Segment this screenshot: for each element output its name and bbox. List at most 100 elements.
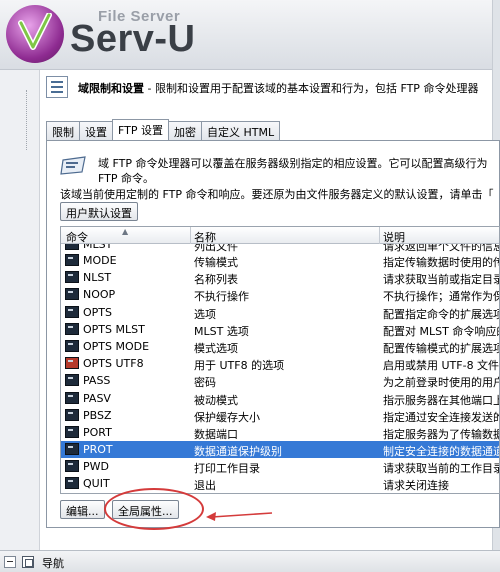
table-row[interactable]: MLST 列出文件 请求返回单个文件的信息 (61, 244, 500, 252)
table-row[interactable]: NLST 名称列表 请求获取当前或指定目录 (61, 269, 500, 287)
info-text-line1: 域 FTP 命令处理器可以覆盖在服务器级别指定的相应设置。它可以配置高级行为 (98, 157, 488, 170)
table-body: MLST 列出文件 请求返回单个文件的信息 MODE 传输模式 指定传输数据时使用的传 NL… (61, 244, 500, 494)
description-cell: 为之前登录时使用的用户 (383, 376, 500, 390)
tree-dotted-line (26, 90, 32, 150)
column-divider[interactable] (379, 227, 380, 244)
name-cell: 打印工作目录 (194, 462, 260, 476)
command-cell: PASS (83, 374, 111, 388)
command-icon (65, 374, 79, 387)
command-cell: PROT (83, 443, 113, 457)
name-cell: 密码 (194, 376, 216, 390)
name-cell: 保护缓存大小 (194, 410, 260, 424)
column-header-name[interactable]: 名称 (194, 229, 216, 245)
command-cell: NLST (83, 271, 112, 285)
ftp-commands-table[interactable]: 命令 ▲ 名称 说明 MLST 列出文件 请求返回单个文件的信息 MODE 传输模式 指定… (60, 226, 500, 494)
command-icon (65, 357, 79, 370)
table-row[interactable]: OPTS UTF8 用于 UTF8 的选项 启用或禁用 UTF-8 文件名 (61, 355, 500, 373)
name-cell: 传输模式 (194, 256, 238, 269)
description-cell: 制定安全连接的数据通道 (383, 445, 500, 459)
command-icon (65, 477, 79, 490)
command-cell: MODE (83, 254, 117, 267)
sort-ascending-icon: ▲ (122, 227, 129, 236)
left-sidebar-strip (0, 70, 40, 550)
app-header: File Server Serv-U (0, 0, 500, 70)
collapse-icon[interactable] (4, 556, 16, 568)
tab-custom-html[interactable]: 自定义 HTML (200, 121, 281, 140)
command-cell: QUIT (83, 477, 110, 491)
command-cell: OPTS MLST (83, 322, 145, 336)
description-cell: 指示服务器在其他端口上 (383, 393, 500, 407)
table-row[interactable]: OPTS MODE 模式选项 配置传输模式的扩展选项 (61, 338, 499, 355)
description-text: 域限制和设置 - 限制和设置用于配置该域的基本设置和行为，包括 FTP 命令处理… (78, 80, 478, 96)
command-icon (65, 322, 79, 335)
description-title: 域限制和设置 (78, 82, 144, 95)
table-row[interactable]: OPTS MLST MLST 选项 配置对 MLST 命令响应的 (61, 321, 500, 338)
description-cell: 指定传输数据时使用的传 (383, 256, 500, 269)
command-icon (65, 339, 79, 352)
tab-settings[interactable]: 设置 (79, 121, 113, 140)
command-cell: OPTS (83, 305, 112, 319)
description-cell: 请求获取当前或指定目录 (383, 273, 500, 287)
table-row[interactable]: PORT 数据端口 指定服务器为了传输数据 (61, 424, 500, 441)
command-icon (65, 460, 79, 473)
command-icon (65, 425, 79, 438)
table-row[interactable]: OPTS 选项 配置指定命令的扩展选项 (61, 304, 500, 321)
description-cell: 请求获取当前的工作目录 (383, 462, 500, 476)
description-cell: 指定服务器为了传输数据 (383, 427, 500, 441)
command-cell: NOOP (83, 288, 116, 302)
command-icon (65, 254, 79, 266)
description-cell: 配置指定命令的扩展选项 (383, 307, 500, 321)
page-description: 域限制和设置 - 限制和设置用于配置该域的基本设置和行为，包括 FTP 命令处理… (44, 74, 500, 104)
command-cell: OPTS MODE (83, 339, 150, 353)
description-cell: 指定通过安全连接发送的 (383, 410, 500, 424)
name-cell: 重新初始化 (194, 493, 249, 494)
description-cell: 请求返回单个文件的信息 (383, 244, 500, 252)
annotation-arrow-icon (206, 512, 273, 521)
command-cell: PORT (83, 425, 112, 439)
table-row[interactable]: PASS 密码 为之前登录时使用的用户 (61, 372, 500, 390)
info-text-line2: FTP 命令。 (98, 172, 154, 185)
serv-u-logo-icon (6, 5, 64, 63)
name-cell: 退出 (194, 479, 216, 493)
table-row[interactable]: NOOP 不执行操作 不执行操作；通常作为保 (61, 286, 500, 304)
name-cell: 模式选项 (194, 341, 238, 355)
column-header-description[interactable]: 说明 (383, 229, 405, 245)
info-text-line3: 该域当前使用定制的 FTP 命令和响应。要还原为由文件服务器定义的默认设置，请单… (60, 188, 494, 201)
description-cell: 重新初始化连接 (383, 493, 460, 494)
command-icon (65, 492, 79, 493)
user-default-settings-button[interactable]: 用户默认设置 (60, 202, 138, 221)
logo-title: Serv-U (70, 18, 196, 60)
navigation-label[interactable]: 导航 (42, 555, 64, 571)
description-cell: 配置对 MLST 命令响应的 (383, 324, 500, 338)
table-row[interactable]: PASV 被动模式 指示服务器在其他端口上 (61, 390, 500, 407)
tab-ftp-settings[interactable]: FTP 设置 (112, 119, 169, 140)
column-divider[interactable] (190, 227, 191, 244)
command-icon (65, 443, 79, 456)
command-cell: PASV (83, 391, 111, 405)
name-cell: 不执行操作 (194, 290, 249, 304)
table-row[interactable]: PWD 打印工作目录 请求获取当前的工作目录 (61, 458, 500, 476)
command-icon (65, 408, 79, 421)
name-cell: 选项 (194, 307, 216, 321)
table-row[interactable]: QUIT 退出 请求关闭连接 (61, 475, 499, 493)
column-header-command[interactable]: 命令 (66, 229, 88, 245)
navigation-icon (22, 556, 34, 568)
settings-tabs: 限制 设置 FTP 设置 加密 自定义 HTML (46, 119, 281, 141)
table-row[interactable]: MODE 传输模式 指定传输数据时使用的传 (61, 252, 500, 269)
command-cell: OPTS UTF8 (83, 357, 144, 371)
table-header: 命令 ▲ 名称 说明 (61, 227, 499, 245)
description-cell: 启用或禁用 UTF-8 文件名 (383, 359, 500, 373)
command-icon (65, 288, 79, 301)
command-icon (65, 244, 79, 250)
name-cell: 名称列表 (194, 273, 238, 287)
description-cell: 不执行操作；通常作为保 (383, 290, 500, 304)
edit-button[interactable]: 编辑... (60, 500, 105, 519)
tab-limits[interactable]: 限制 (46, 121, 80, 140)
command-icon (65, 271, 79, 284)
command-cell: PBSZ (83, 408, 112, 422)
tab-encryption[interactable]: 加密 (167, 121, 202, 140)
command-cell: REIN (83, 493, 109, 494)
table-row[interactable]: PBSZ 保护缓存大小 指定通过安全连接发送的 (61, 407, 500, 424)
table-row[interactable]: PROT 数据通道保护级别 制定安全连接的数据通道 (61, 441, 500, 459)
name-cell: 数据通道保护级别 (194, 445, 282, 459)
